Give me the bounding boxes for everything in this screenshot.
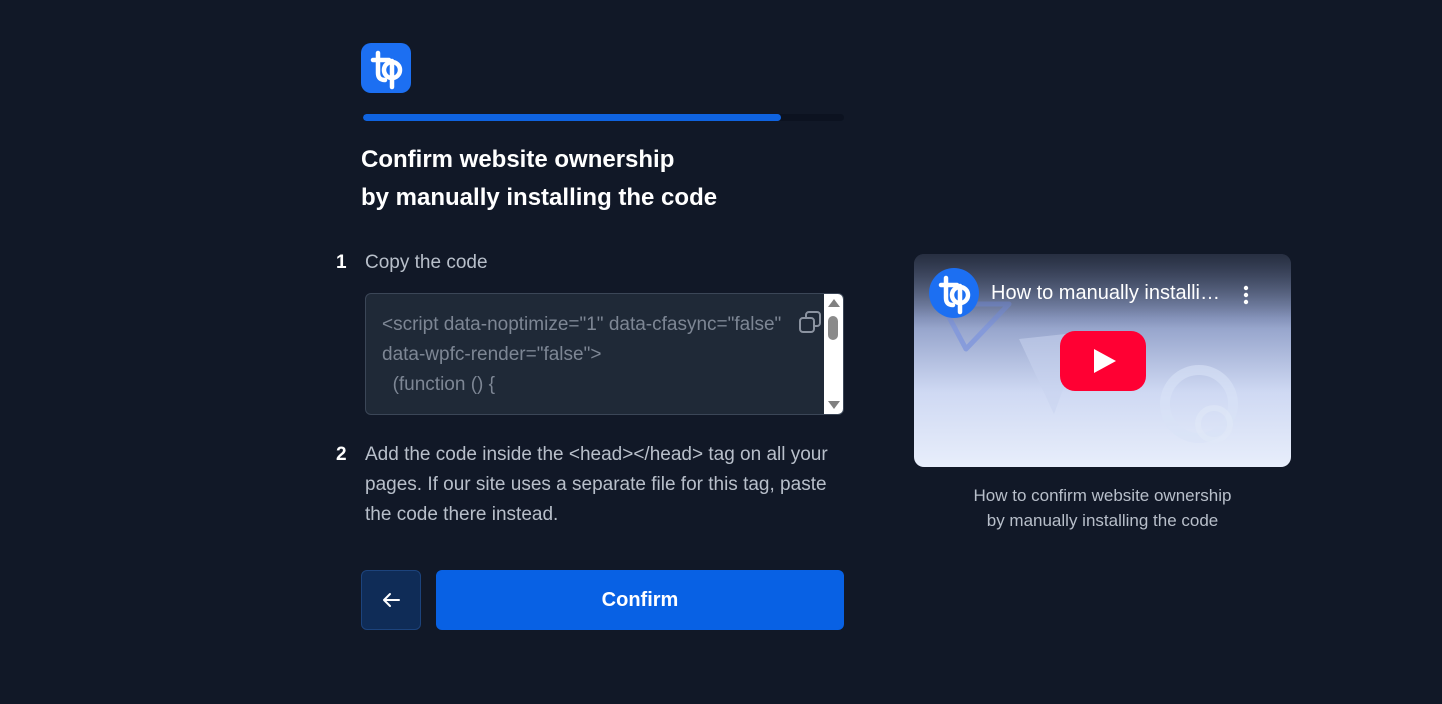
more-vertical-icon[interactable] [1236, 284, 1256, 306]
channel-avatar[interactable] [929, 268, 979, 318]
video-player[interactable]: How to manually installing the code [914, 254, 1291, 467]
scroll-up-arrow-icon[interactable] [828, 299, 840, 307]
step-2-text: Add the code inside the <head></head> ta… [365, 444, 828, 525]
copy-icon[interactable] [797, 310, 823, 336]
page-title: Confirm website ownership by manually in… [361, 141, 861, 217]
code-snippet-box[interactable]: <script data-noptimize="1" data-cfasync=… [365, 293, 844, 415]
scroll-down-arrow-icon[interactable] [828, 401, 840, 409]
app-logo [361, 43, 411, 93]
page-title-line1: Confirm website ownership [361, 146, 675, 173]
tp-logo-icon [370, 50, 403, 90]
confirm-button[interactable]: Confirm [436, 570, 844, 630]
back-button[interactable] [361, 570, 421, 630]
video-title[interactable]: How to manually installing the code [991, 282, 1223, 305]
tp-logo-icon [938, 275, 971, 315]
scroll-thumb[interactable] [828, 316, 838, 340]
arrow-left-icon [383, 593, 400, 607]
code-scrollbar[interactable] [824, 294, 843, 414]
step-1-text: Copy the code [365, 252, 488, 273]
step-1-number: 1 [336, 252, 347, 273]
video-caption: How to confirm website ownership by manu… [914, 483, 1291, 533]
step-2-number: 2 [336, 444, 347, 465]
progress-fill [363, 114, 782, 121]
video-caption-line2: by manually installing the code [986, 511, 1219, 530]
progress-bar [363, 114, 844, 121]
code-snippet[interactable]: <script data-noptimize="1" data-cfasync=… [382, 310, 782, 400]
youtube-play-icon[interactable] [1060, 331, 1146, 391]
video-caption-line1: How to confirm website ownership [973, 486, 1232, 505]
page-title-line2: by manually installing the code [361, 184, 718, 211]
